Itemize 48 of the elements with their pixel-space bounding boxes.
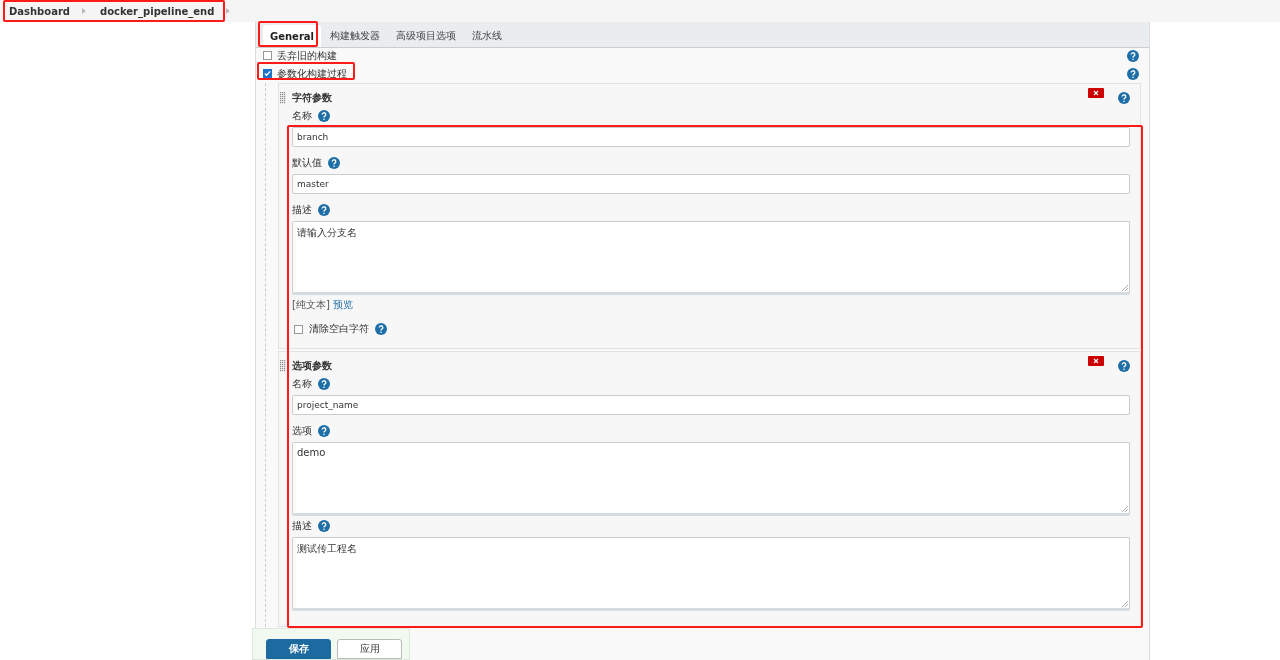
field-label: 描述	[292, 519, 312, 533]
text-area[interactable]: 测试传工程名	[292, 537, 1130, 611]
tab[interactable]: 流水线	[465, 25, 509, 47]
tab[interactable]: 高级项目选项	[389, 25, 463, 47]
checkbox-label[interactable]: 参数化构建过程	[277, 66, 347, 81]
text-area[interactable]: demo	[292, 442, 1130, 516]
drag-handle-icon[interactable]	[280, 360, 286, 372]
resize-grip-icon[interactable]	[1122, 506, 1128, 512]
tab[interactable]: 构建触发器	[323, 25, 387, 47]
breadcrumb-link[interactable]: Dashboard	[9, 5, 70, 17]
field-label: 描述	[292, 203, 312, 217]
delete-icon[interactable]	[1088, 356, 1104, 366]
apply-button[interactable]: 应用	[337, 639, 402, 659]
input-field[interactable]: project_name	[292, 395, 1130, 415]
text-area[interactable]: 请输入分支名	[292, 221, 1130, 295]
input-field[interactable]: master	[292, 174, 1130, 194]
field-label: 选项	[292, 424, 312, 438]
help-icon[interactable]	[318, 204, 330, 216]
parameter-title: 字符参数	[292, 91, 332, 105]
help-icon[interactable]	[1118, 92, 1130, 104]
help-icon[interactable]	[318, 378, 330, 390]
checkbox-label[interactable]: 清除空白字符	[309, 322, 369, 336]
help-icon[interactable]	[1127, 49, 1139, 62]
save-button[interactable]: 保存	[266, 639, 331, 659]
help-icon[interactable]	[318, 425, 330, 437]
breadcrumb-link[interactable]: docker_pipeline_end	[100, 5, 215, 17]
resize-grip-icon[interactable]	[1122, 285, 1128, 291]
field-label: 默认值	[292, 156, 322, 170]
checkbox-label[interactable]: 丢弃旧的构建	[277, 48, 337, 63]
help-icon[interactable]	[318, 520, 330, 532]
help-icon[interactable]	[1118, 360, 1130, 372]
highlight-frame	[258, 21, 318, 47]
resize-grip-icon[interactable]	[1122, 601, 1128, 607]
help-icon[interactable]	[1127, 67, 1139, 80]
checkbox[interactable]	[263, 69, 272, 78]
delete-icon[interactable]	[1088, 88, 1104, 98]
preview-link[interactable]: 预览	[333, 299, 353, 310]
input-field[interactable]: branch	[292, 127, 1130, 147]
field-label: 名称	[292, 377, 312, 391]
help-icon[interactable]	[375, 323, 387, 335]
help-icon[interactable]	[328, 157, 340, 169]
checkbox[interactable]	[263, 51, 272, 60]
help-icon[interactable]	[318, 110, 330, 122]
checkbox[interactable]	[294, 324, 303, 334]
format-label: [纯文本]	[292, 299, 330, 310]
drag-handle-icon[interactable]	[280, 92, 286, 104]
field-label: 名称	[292, 109, 312, 123]
parameter-title: 选项参数	[292, 359, 332, 373]
